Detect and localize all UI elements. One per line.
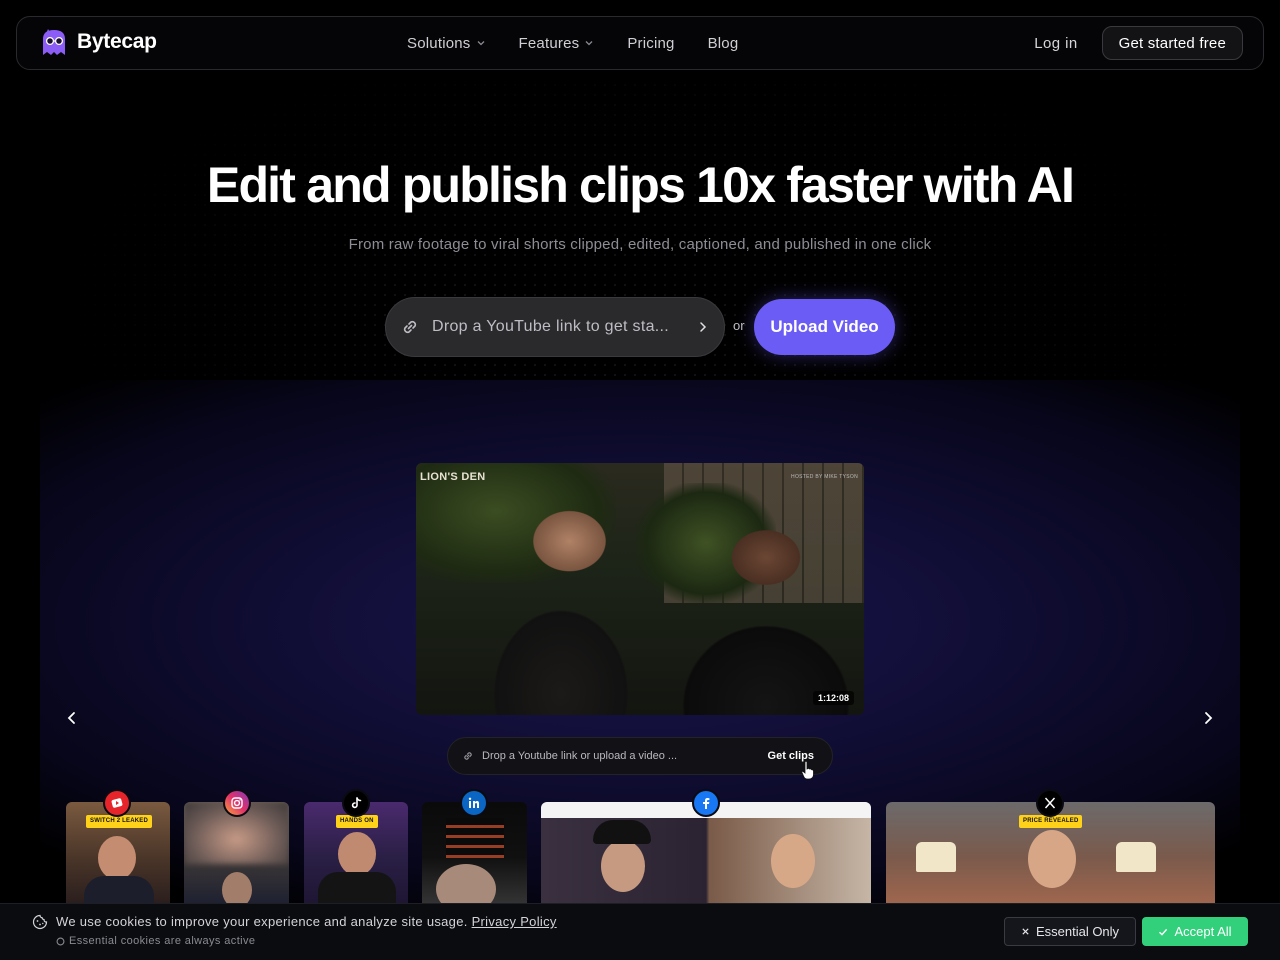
essential-only-button[interactable]: Essential Only — [1004, 917, 1136, 946]
ghost-glasses-icon — [43, 29, 65, 55]
brand-name: Bytecap — [77, 30, 157, 53]
clip-thumbnail[interactable] — [422, 802, 527, 912]
nav-links: Solutions Features Pricing Blog — [407, 17, 771, 69]
youtube-link-field[interactable] — [385, 297, 725, 357]
facebook-icon — [692, 789, 720, 817]
x-icon — [1036, 789, 1064, 817]
thumb-face — [338, 832, 376, 876]
youtube-shorts-icon — [103, 789, 131, 817]
thumb-game-scene — [446, 818, 504, 858]
check-icon — [1159, 928, 1168, 936]
privacy-policy-link[interactable]: Privacy Policy — [472, 914, 557, 929]
video-scene-person — [666, 523, 864, 715]
nav-features-label: Features — [518, 34, 580, 52]
nav-pricing[interactable]: Pricing — [627, 35, 674, 52]
thumb-face — [771, 834, 815, 888]
circle-icon — [56, 937, 65, 945]
thumb-face — [601, 840, 645, 892]
chevron-right-icon[interactable] — [696, 320, 710, 334]
thumb-caption-badge: SWITCH 2 LEAKED — [86, 815, 153, 828]
nav-actions: Log in Get started free — [1034, 26, 1243, 60]
hero-title: Edit and publish clips 10x faster with A… — [206, 157, 1075, 213]
nav-solutions[interactable]: Solutions — [407, 35, 486, 52]
cookie-message: We use cookies to improve your experienc… — [56, 914, 557, 929]
essential-only-label: Essential Only — [1035, 924, 1120, 939]
tiktok-icon — [342, 789, 370, 817]
carousel-next-icon[interactable] — [1198, 708, 1218, 728]
close-icon — [1022, 928, 1029, 935]
chevron-down-icon — [585, 41, 593, 46]
get-started-button[interactable]: Get started free — [1101, 26, 1243, 60]
login-link[interactable]: Log in — [1034, 35, 1077, 52]
thumb-face — [98, 836, 136, 880]
video-duration: 1:12:08 — [812, 691, 854, 705]
nav-features[interactable]: Features — [519, 35, 595, 52]
link-icon — [403, 320, 417, 334]
cookie-text: We use cookies to improve your experienc… — [56, 914, 468, 929]
thumb-face — [1028, 830, 1076, 888]
thumb-lamp — [916, 842, 956, 872]
thumb-lamp — [1116, 842, 1156, 872]
accept-all-button[interactable]: Accept All — [1142, 917, 1248, 946]
chevron-down-icon — [477, 41, 484, 46]
brand[interactable]: Bytecap — [39, 27, 157, 57]
demo-link-placeholder: Drop a Youtube link or upload a video ..… — [482, 750, 678, 762]
carousel-prev-icon[interactable] — [62, 708, 82, 728]
video-logo: LION'S DEN — [420, 471, 486, 483]
clip-thumbnail[interactable] — [184, 802, 289, 912]
cookie-note: Essential cookies are always active — [56, 935, 255, 947]
hand-cursor-icon — [801, 760, 814, 780]
hero-subtitle: From raw footage to viral shorts clipped… — [348, 236, 932, 253]
main-video-preview[interactable]: LION'S DEN HOSTED BY MIKE TYSON 1:12:08 — [416, 463, 864, 715]
demo-link-bar: Drop a Youtube link or upload a video ..… — [447, 737, 833, 775]
nav-solutions-label: Solutions — [407, 34, 471, 52]
nav-pricing-label: Pricing — [627, 34, 675, 52]
link-icon — [464, 752, 472, 760]
thumb-hat — [593, 820, 651, 844]
or-separator: or — [733, 318, 745, 333]
top-navbar: Bytecap Solutions Features Pricing Blog … — [16, 16, 1264, 70]
youtube-link-input[interactable] — [432, 318, 696, 336]
video-scene-person — [476, 503, 646, 715]
cookie-note-text: Essential cookies are always active — [69, 935, 256, 947]
accept-all-label: Accept All — [1174, 924, 1232, 939]
video-logo-right: HOSTED BY MIKE TYSON — [791, 474, 858, 480]
linkedin-icon — [460, 789, 488, 817]
cookie-icon — [32, 914, 48, 930]
upload-video-button[interactable]: Upload Video — [754, 299, 895, 355]
nav-blog-label: Blog — [707, 34, 739, 52]
instagram-icon — [223, 789, 251, 817]
clip-thumbnail[interactable] — [541, 802, 871, 912]
nav-blog[interactable]: Blog — [708, 35, 739, 52]
